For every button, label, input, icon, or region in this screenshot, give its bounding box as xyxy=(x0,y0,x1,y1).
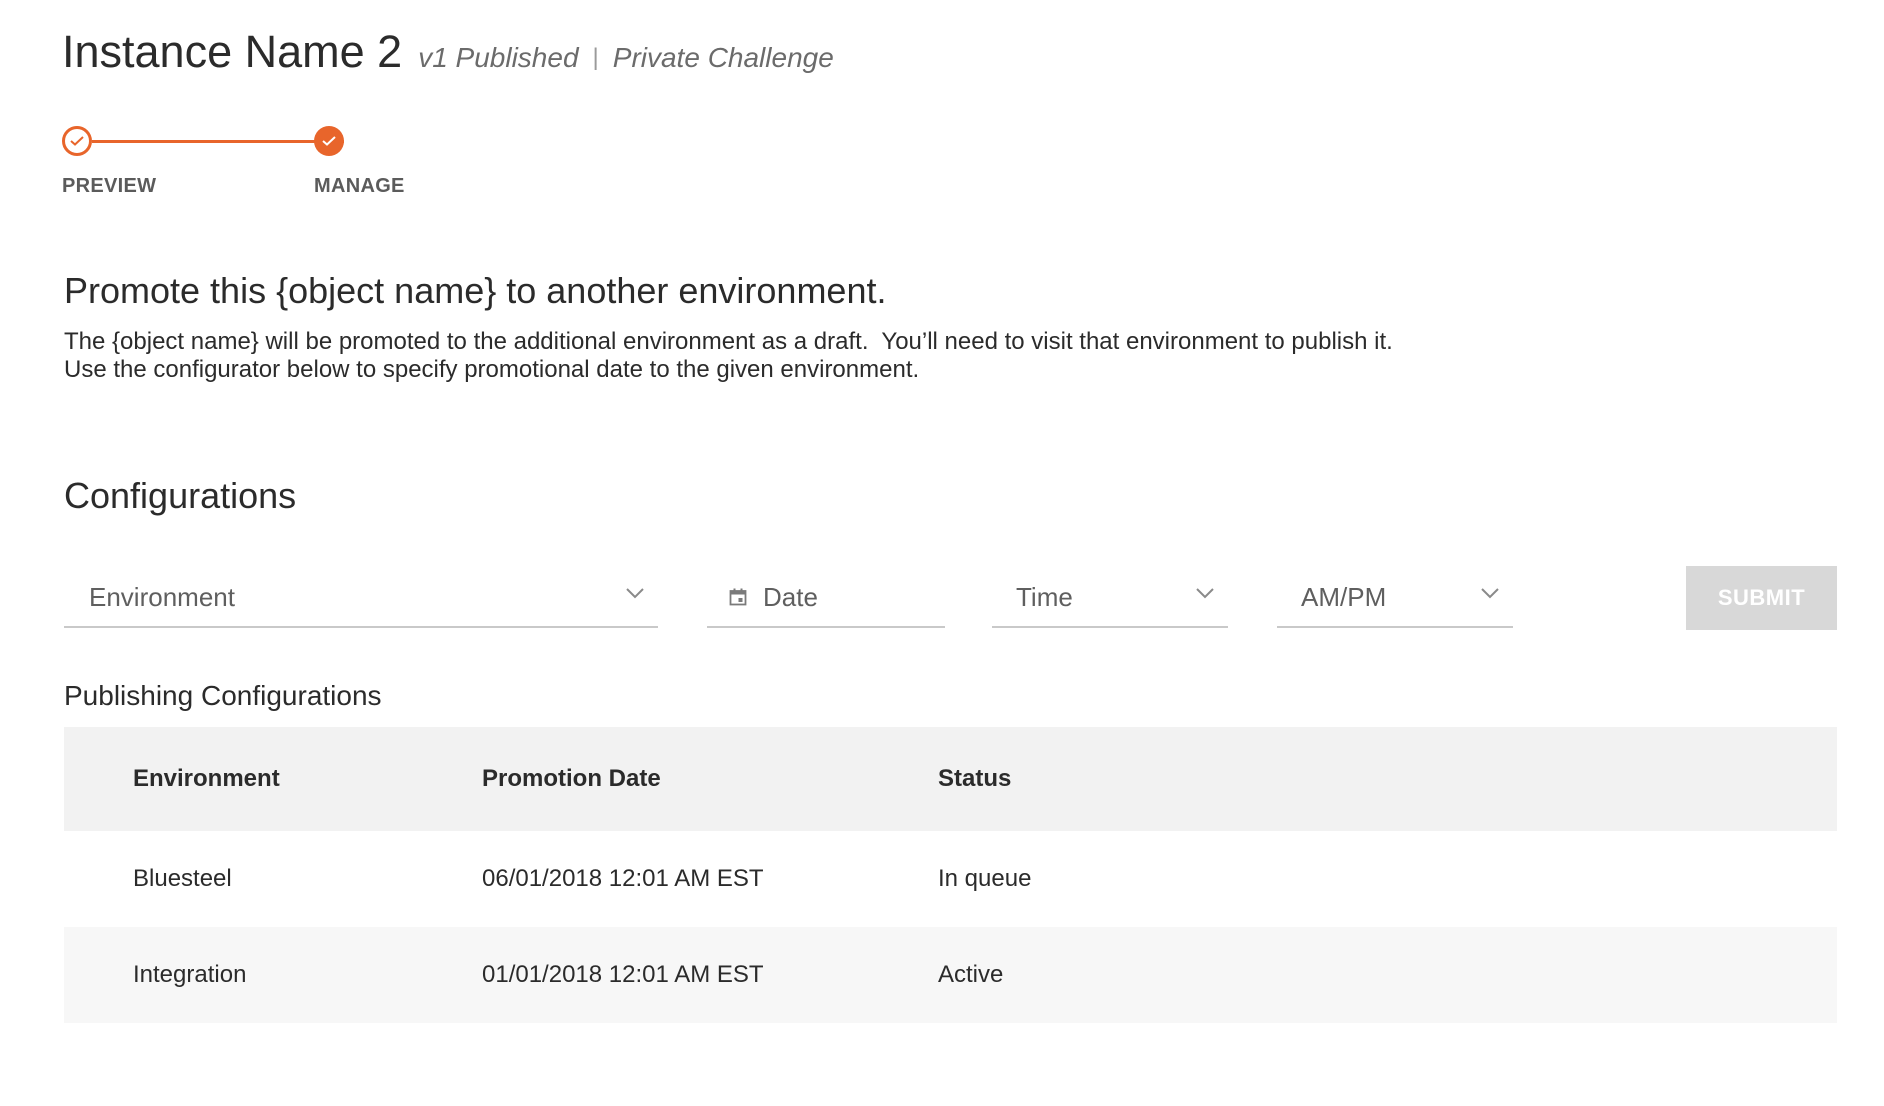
column-header-promotion-date: Promotion Date xyxy=(482,765,661,792)
environment-select-placeholder: Environment xyxy=(89,582,235,612)
ampm-select-placeholder: AM/PM xyxy=(1301,582,1387,612)
chevron-down-icon xyxy=(1481,588,1499,599)
version-status: v1 Published xyxy=(418,42,579,73)
table-row[interactable]: Bluesteel 06/01/2018 12:01 AM EST In que… xyxy=(64,831,1837,927)
header-separator: | xyxy=(592,44,599,71)
submit-button[interactable]: SUBMIT xyxy=(1686,566,1837,630)
promote-page: Instance Name 2 v1 Published | Private C… xyxy=(0,0,1884,1106)
check-icon xyxy=(322,136,336,146)
date-input-placeholder: Date xyxy=(763,582,818,612)
column-header-status: Status xyxy=(938,765,1012,792)
column-header-environment: Environment xyxy=(133,765,280,792)
step-label-manage: MANAGE xyxy=(314,175,405,197)
cell-promotion-date: 01/01/2018 12:01 AM EST xyxy=(482,961,764,988)
page-title: Instance Name 2 xyxy=(62,26,403,77)
page-header: Instance Name 2 v1 Published | Private C… xyxy=(62,26,834,78)
check-icon xyxy=(70,136,84,146)
step-manage[interactable] xyxy=(314,126,344,156)
configurations-heading: Configurations xyxy=(64,475,297,516)
publishing-configurations-heading: Publishing Configurations xyxy=(64,680,382,711)
cell-status: Active xyxy=(938,961,1004,988)
time-select-placeholder: Time xyxy=(1016,582,1073,612)
promote-description: The {object name} will be promoted to th… xyxy=(64,328,1393,384)
environment-select[interactable]: Environment xyxy=(64,566,658,628)
step-label-preview: PREVIEW xyxy=(62,175,157,197)
cell-promotion-date: 06/01/2018 12:01 AM EST xyxy=(482,865,764,892)
challenge-type: Private Challenge xyxy=(612,42,834,73)
promote-description-line: The {object name} will be promoted to th… xyxy=(64,328,1393,355)
table-row[interactable]: Integration 01/01/2018 12:01 AM EST Acti… xyxy=(64,927,1837,1023)
ampm-select[interactable]: AM/PM xyxy=(1277,566,1513,628)
cell-environment: Bluesteel xyxy=(133,865,232,892)
stepper-connector xyxy=(92,140,344,143)
table-header-row: Environment Promotion Date Status xyxy=(64,727,1837,831)
publishing-configurations-table: Environment Promotion Date Status Bluest… xyxy=(64,727,1837,1023)
chevron-down-icon xyxy=(626,588,644,599)
promote-description-line: Use the configurator below to specify pr… xyxy=(64,356,920,383)
time-select[interactable]: Time xyxy=(992,566,1228,628)
chevron-down-icon xyxy=(1196,588,1214,599)
date-input[interactable]: Date xyxy=(707,566,945,628)
progress-stepper: PREVIEW MANAGE xyxy=(62,126,482,206)
promote-heading: Promote this {object name} to another en… xyxy=(64,270,887,311)
cell-status: In queue xyxy=(938,865,1032,892)
cell-environment: Integration xyxy=(133,961,247,988)
calendar-icon xyxy=(729,588,747,606)
step-preview[interactable] xyxy=(62,126,92,156)
